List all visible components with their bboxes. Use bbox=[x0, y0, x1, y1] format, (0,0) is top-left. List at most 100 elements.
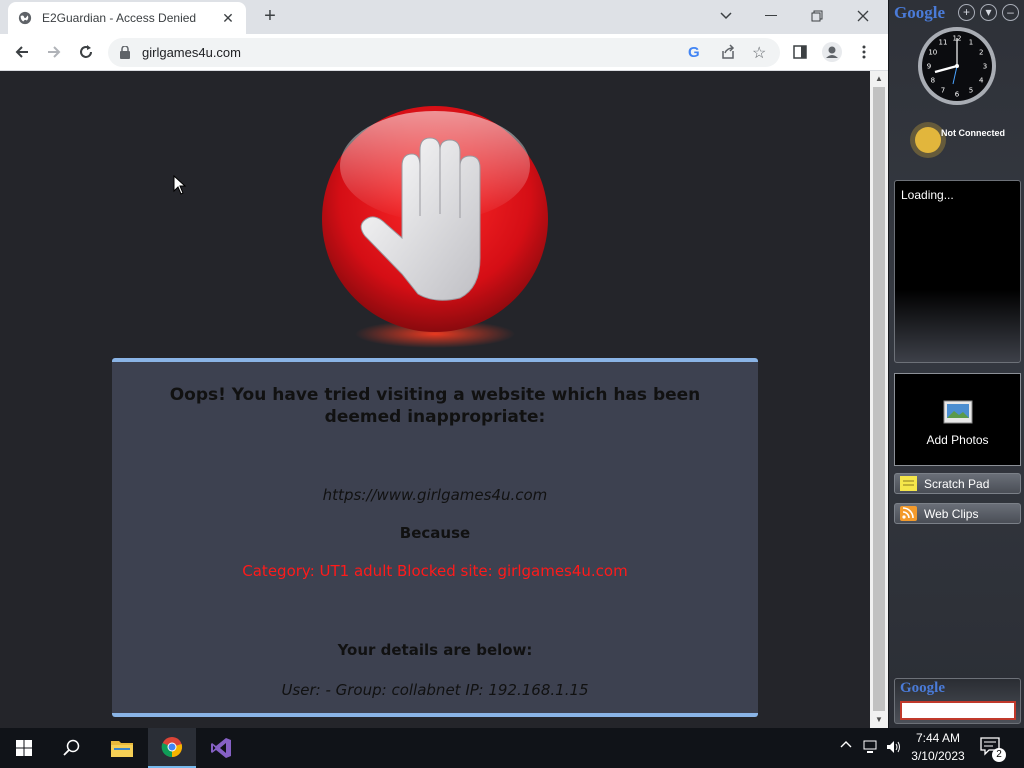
google-search-input[interactable] bbox=[900, 701, 1016, 720]
back-button[interactable] bbox=[10, 40, 34, 64]
scratch-pad-label: Scratch Pad bbox=[924, 477, 990, 491]
address-bar[interactable]: girlgames4u.com G ☆ bbox=[108, 38, 780, 67]
add-photos-label[interactable]: Add Photos bbox=[895, 433, 1020, 447]
avatar-icon bbox=[822, 42, 842, 62]
clock-numeral: 1 bbox=[969, 38, 973, 46]
weather-status: Not Connected bbox=[941, 128, 1005, 138]
scroll-down-icon[interactable]: ▼ bbox=[875, 715, 883, 724]
add-gadget-button[interactable]: + bbox=[958, 4, 975, 21]
profile-button[interactable] bbox=[820, 40, 844, 64]
minimize-icon bbox=[765, 15, 777, 16]
close-window-button[interactable] bbox=[840, 0, 886, 32]
chrome-taskbar-button[interactable] bbox=[148, 728, 196, 768]
close-icon bbox=[857, 10, 869, 22]
tab-search-button[interactable] bbox=[703, 0, 749, 32]
tab-strip: E2Guardian - Access Denied ✕ + bbox=[0, 0, 888, 34]
new-tab-button[interactable]: + bbox=[258, 5, 282, 29]
scrollbar-thumb[interactable] bbox=[873, 87, 885, 711]
analog-clock: 121234567891011 bbox=[918, 27, 996, 105]
google-lens-icon[interactable]: G bbox=[688, 44, 700, 61]
restore-button[interactable] bbox=[794, 0, 840, 32]
reload-button[interactable] bbox=[74, 40, 98, 64]
start-button[interactable] bbox=[0, 728, 48, 768]
restore-icon bbox=[811, 10, 823, 22]
forward-button[interactable] bbox=[42, 40, 66, 64]
browser-toolbar: girlgames4u.com G ☆ bbox=[0, 34, 888, 71]
block-message-panel: Oops! You have tried visiting a website … bbox=[112, 358, 758, 717]
desktop: E2Guardian - Access Denied ✕ + girlgames… bbox=[0, 0, 1024, 768]
google-logo: Google bbox=[894, 3, 945, 23]
scroll-up-icon[interactable]: ▲ bbox=[875, 74, 883, 83]
visual-studio-button[interactable] bbox=[197, 728, 245, 768]
scratch-pad-icon bbox=[900, 476, 917, 491]
gadget-sidebar: Google + ▾ – 121234567891011 Not Connect… bbox=[888, 0, 1024, 728]
bookmark-star-icon[interactable]: ☆ bbox=[752, 43, 766, 63]
taskbar-search-button[interactable] bbox=[48, 728, 96, 768]
minimize-sidebar-button[interactable]: – bbox=[1002, 4, 1019, 21]
web-clips-gadget[interactable]: Web Clips bbox=[894, 503, 1021, 524]
clock-numeral: 10 bbox=[928, 49, 937, 57]
taskbar: 7:44 AM 3/10/2023 2 bbox=[0, 728, 1024, 768]
kebab-menu-icon bbox=[862, 45, 866, 59]
clock-numeral: 8 bbox=[931, 77, 935, 85]
side-panel-icon bbox=[793, 45, 807, 59]
because-label: Because bbox=[399, 524, 471, 542]
chevron-down-icon bbox=[720, 12, 732, 20]
minimize-button[interactable] bbox=[748, 0, 794, 32]
clock-numeral: 5 bbox=[969, 87, 973, 95]
folder-icon bbox=[111, 741, 133, 757]
clock-numeral: 6 bbox=[955, 91, 960, 99]
photos-gadget[interactable]: Add Photos bbox=[894, 373, 1021, 466]
clock-numeral: 9 bbox=[927, 63, 931, 71]
weather-sun-icon bbox=[910, 122, 946, 158]
tab-active[interactable]: E2Guardian - Access Denied ✕ bbox=[8, 2, 246, 34]
url-text[interactable]: girlgames4u.com bbox=[142, 45, 241, 60]
news-feed-gadget[interactable]: Loading... bbox=[894, 180, 1021, 363]
tab-close-icon[interactable]: ✕ bbox=[220, 10, 236, 27]
tray-chevron-up-icon[interactable] bbox=[840, 739, 852, 749]
clock-numeral: 2 bbox=[979, 49, 983, 57]
stop-hand-icon bbox=[322, 106, 548, 348]
google-search-logo: Google bbox=[900, 680, 945, 697]
share-icon[interactable] bbox=[720, 44, 736, 60]
user-details: User: - Group: collabnet IP: 192.168.1.1… bbox=[281, 681, 589, 699]
google-search-gadget: Google bbox=[894, 678, 1021, 724]
photo-icon bbox=[943, 400, 973, 424]
globe-icon bbox=[18, 11, 32, 25]
web-clips-label: Web Clips bbox=[924, 507, 979, 521]
notification-badge: 2 bbox=[992, 748, 1006, 762]
details-label: Your details are below: bbox=[337, 641, 533, 659]
vertical-scrollbar[interactable]: ▲ ▼ bbox=[870, 71, 888, 728]
taskbar-date[interactable]: 3/10/2023 bbox=[905, 749, 971, 763]
network-icon[interactable] bbox=[863, 740, 879, 754]
google-search-logo-letters: Google bbox=[900, 680, 945, 696]
volume-icon[interactable] bbox=[886, 740, 902, 754]
options-button[interactable]: ▾ bbox=[980, 4, 997, 21]
search-icon bbox=[63, 739, 80, 756]
feed-status: Loading... bbox=[901, 188, 954, 202]
page-title: Oops! You have tried visiting a website … bbox=[169, 385, 701, 427]
block-reason: Category: UT1 adult Blocked site: girlga… bbox=[242, 562, 628, 580]
taskbar-time[interactable]: 7:44 AM bbox=[905, 731, 971, 745]
blocked-url: https://www.girlgames4u.com bbox=[322, 486, 548, 504]
windows-logo-icon bbox=[16, 740, 32, 756]
mouse-cursor-icon bbox=[173, 175, 187, 195]
google-logo-letters: Google bbox=[894, 3, 945, 22]
clock-numeral: 11 bbox=[939, 38, 948, 46]
visual-studio-icon bbox=[211, 738, 231, 758]
chrome-icon bbox=[161, 737, 183, 758]
clock-numeral: 4 bbox=[979, 77, 984, 85]
clock-numeral: 3 bbox=[983, 63, 987, 71]
file-explorer-button[interactable] bbox=[98, 728, 146, 768]
reload-icon bbox=[80, 45, 92, 58]
scratch-pad-gadget[interactable]: Scratch Pad bbox=[894, 473, 1021, 494]
menu-button[interactable] bbox=[852, 40, 876, 64]
page-viewport: Oops! You have tried visiting a website … bbox=[0, 71, 870, 728]
arrow-left-icon bbox=[15, 46, 28, 58]
lock-icon[interactable] bbox=[120, 46, 130, 59]
rss-icon bbox=[900, 506, 917, 521]
clock-numeral: 7 bbox=[941, 87, 945, 95]
side-panel-button[interactable] bbox=[788, 40, 812, 64]
tab-title: E2Guardian - Access Denied bbox=[42, 11, 197, 25]
arrow-right-icon bbox=[48, 46, 61, 58]
